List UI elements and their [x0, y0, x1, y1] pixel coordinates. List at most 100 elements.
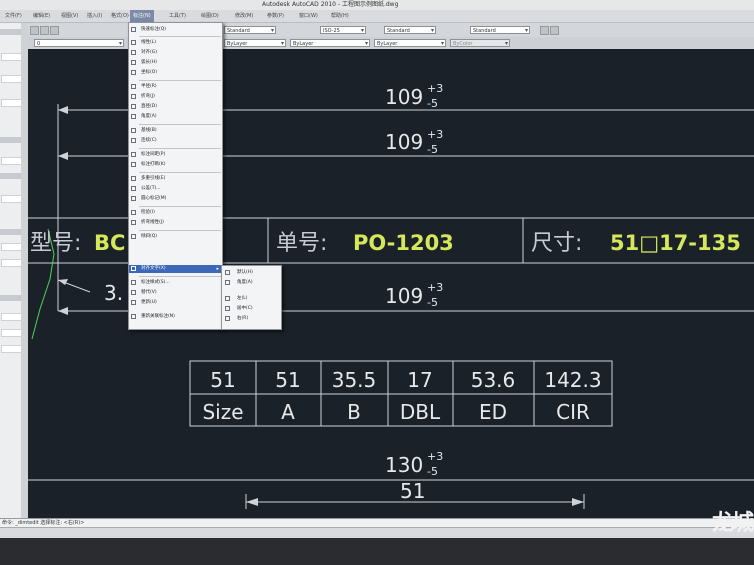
- menu-edit[interactable]: 编辑(E): [30, 10, 53, 22]
- text-style-dropdown[interactable]: Standard: [224, 26, 276, 35]
- menu-separator: [139, 36, 221, 37]
- menu-item-baseline[interactable]: 基线(B): [129, 127, 222, 135]
- menu-separator: [139, 276, 221, 277]
- menu-item-override[interactable]: 替代(V): [129, 289, 222, 297]
- menu-help[interactable]: 帮助(H): [328, 10, 352, 22]
- dim-tol-lower: -5: [427, 97, 438, 110]
- table-style-dropdown[interactable]: Standard: [384, 26, 436, 35]
- properties-palette: [0, 23, 22, 518]
- menu-item-jog-linear[interactable]: 折弯线性(J): [129, 219, 222, 227]
- palette-scrollbar[interactable]: [21, 23, 28, 518]
- menu-item-mleader[interactable]: 多重引线(E): [129, 175, 222, 183]
- linetype-dropdown[interactable]: ByLayer: [290, 39, 370, 48]
- styles-toolbar: Standard ISO-25 Standard Standard: [0, 23, 754, 38]
- menu-item-quick-dim[interactable]: 快速标注(Q): [129, 26, 222, 34]
- palette-field[interactable]: [1, 53, 22, 61]
- submenu-item-angle[interactable]: 角度(A): [222, 278, 281, 287]
- radius-icon: [131, 84, 136, 89]
- menu-item-inspect[interactable]: 检验(I): [129, 209, 222, 217]
- menu-draw[interactable]: 绘图(D): [198, 10, 222, 22]
- menu-item-radius[interactable]: 半径(R): [129, 83, 222, 91]
- title-bar: Autodesk AutoCAD 2010 - 工程图示例图纸.dwg: [0, 0, 754, 10]
- aligned-icon: [131, 50, 136, 55]
- menu-insert[interactable]: 插入(I): [84, 10, 105, 22]
- right-text-icon: [225, 316, 230, 321]
- menu-item-reassociate[interactable]: 重新关联标注(N): [129, 313, 222, 321]
- table-header: A: [281, 400, 295, 424]
- palette-header: [0, 295, 21, 301]
- submenu-item-center[interactable]: 居中(C): [222, 304, 281, 313]
- model-label: 型号:: [30, 231, 81, 256]
- menu-tools[interactable]: 工具(T): [166, 10, 189, 22]
- palette-field[interactable]: [1, 99, 22, 107]
- menu-item-diameter[interactable]: 直径(D): [129, 103, 222, 111]
- menu-item-continue[interactable]: 连续(C): [129, 137, 222, 145]
- menu-item-arc-length[interactable]: 弧长(H): [129, 59, 222, 67]
- table-header: CIR: [556, 400, 590, 424]
- submenu-arrow-icon: ▸: [216, 266, 219, 272]
- table-cell: 51: [210, 368, 235, 392]
- submenu-item-home[interactable]: 默认(H): [222, 268, 281, 277]
- menu-item-jogged[interactable]: 折弯(J): [129, 93, 222, 101]
- dim-text: 109: [385, 130, 423, 154]
- dim-style-icon: [131, 280, 136, 285]
- table-header: Size: [202, 400, 243, 424]
- diameter-icon: [131, 104, 136, 109]
- mleader-icon[interactable]: [540, 26, 549, 35]
- menu-param[interactable]: 参数(P): [264, 10, 287, 22]
- save-icon[interactable]: [50, 26, 59, 35]
- menu-item-linear[interactable]: 线性(L): [129, 39, 222, 47]
- menu-item-ordinate[interactable]: 坐标(O): [129, 69, 222, 77]
- color-dropdown[interactable]: ByLayer: [224, 39, 286, 48]
- dim-text: 109: [385, 85, 423, 109]
- menu-item-center-mark[interactable]: 圆心标记(M): [129, 195, 222, 203]
- submenu-item-right[interactable]: 右(R): [222, 314, 281, 323]
- layer-dropdown[interactable]: 0: [34, 39, 124, 48]
- palette-field[interactable]: [1, 75, 22, 83]
- dimension-menu: 快速标注(Q) 线性(L) 对齐(G) 弧长(H) 坐标(O) 半径(R) 折弯…: [128, 22, 223, 330]
- submenu-item-left[interactable]: 左(L): [222, 294, 281, 303]
- palette-field[interactable]: [1, 329, 22, 337]
- palette-header: [0, 229, 21, 235]
- menu-item-aligned[interactable]: 对齐(G): [129, 49, 222, 57]
- home-text-icon: [225, 270, 230, 275]
- menu-file[interactable]: 文件(F): [2, 10, 25, 22]
- order-label: 单号:: [276, 231, 327, 256]
- menu-item-dim-style[interactable]: 标注样式(S)...: [129, 279, 222, 287]
- command-line[interactable]: 命令: _dimtedit 选择标注: <右(R)>: [0, 518, 754, 527]
- menu-separator: [139, 148, 221, 149]
- menu-modify[interactable]: 修改(M): [232, 10, 256, 22]
- lineweight-dropdown[interactable]: ByLayer: [374, 39, 446, 48]
- mleader-add-icon[interactable]: [550, 26, 559, 35]
- angular-icon: [131, 114, 136, 119]
- menu-item-oblique[interactable]: 倾斜(Q): [129, 233, 222, 241]
- dim-style-dropdown[interactable]: ISO-25: [320, 26, 366, 35]
- dim-text: 109: [385, 284, 423, 308]
- palette-field[interactable]: [1, 259, 22, 267]
- palette-field[interactable]: [1, 195, 22, 203]
- open-icon[interactable]: [40, 26, 49, 35]
- menu-view[interactable]: 视图(V): [58, 10, 81, 22]
- dim-tol-upper: +3: [427, 450, 443, 463]
- menu-item-dim-space[interactable]: 标注间距(P): [129, 151, 222, 159]
- menu-item-align-text[interactable]: 对齐文字(X) ▸: [129, 265, 222, 273]
- left-text-icon: [225, 296, 230, 301]
- bottom-frame: [0, 538, 754, 565]
- menu-format[interactable]: 格式(O): [108, 10, 132, 22]
- palette-field[interactable]: [1, 313, 22, 321]
- center-mark-icon: [131, 196, 136, 201]
- mleader-style-dropdown[interactable]: Standard: [470, 26, 530, 35]
- palette-field[interactable]: [1, 157, 22, 165]
- palette-field[interactable]: [1, 243, 22, 251]
- menu-item-update[interactable]: 更新(U): [129, 299, 222, 307]
- table-header: ED: [479, 400, 507, 424]
- menu-item-dim-break[interactable]: 标注打断(K): [129, 161, 222, 169]
- menu-item-angular[interactable]: 角度(A): [129, 113, 222, 121]
- oblique-icon: [131, 234, 136, 239]
- menu-item-tolerance[interactable]: 公差(T)...: [129, 185, 222, 193]
- menu-window[interactable]: 窗口(W): [296, 10, 321, 22]
- menu-dimension[interactable]: 标注(N): [130, 10, 154, 22]
- palette-field[interactable]: [1, 345, 22, 353]
- angle-text-icon: [225, 280, 230, 285]
- new-icon[interactable]: [30, 26, 39, 35]
